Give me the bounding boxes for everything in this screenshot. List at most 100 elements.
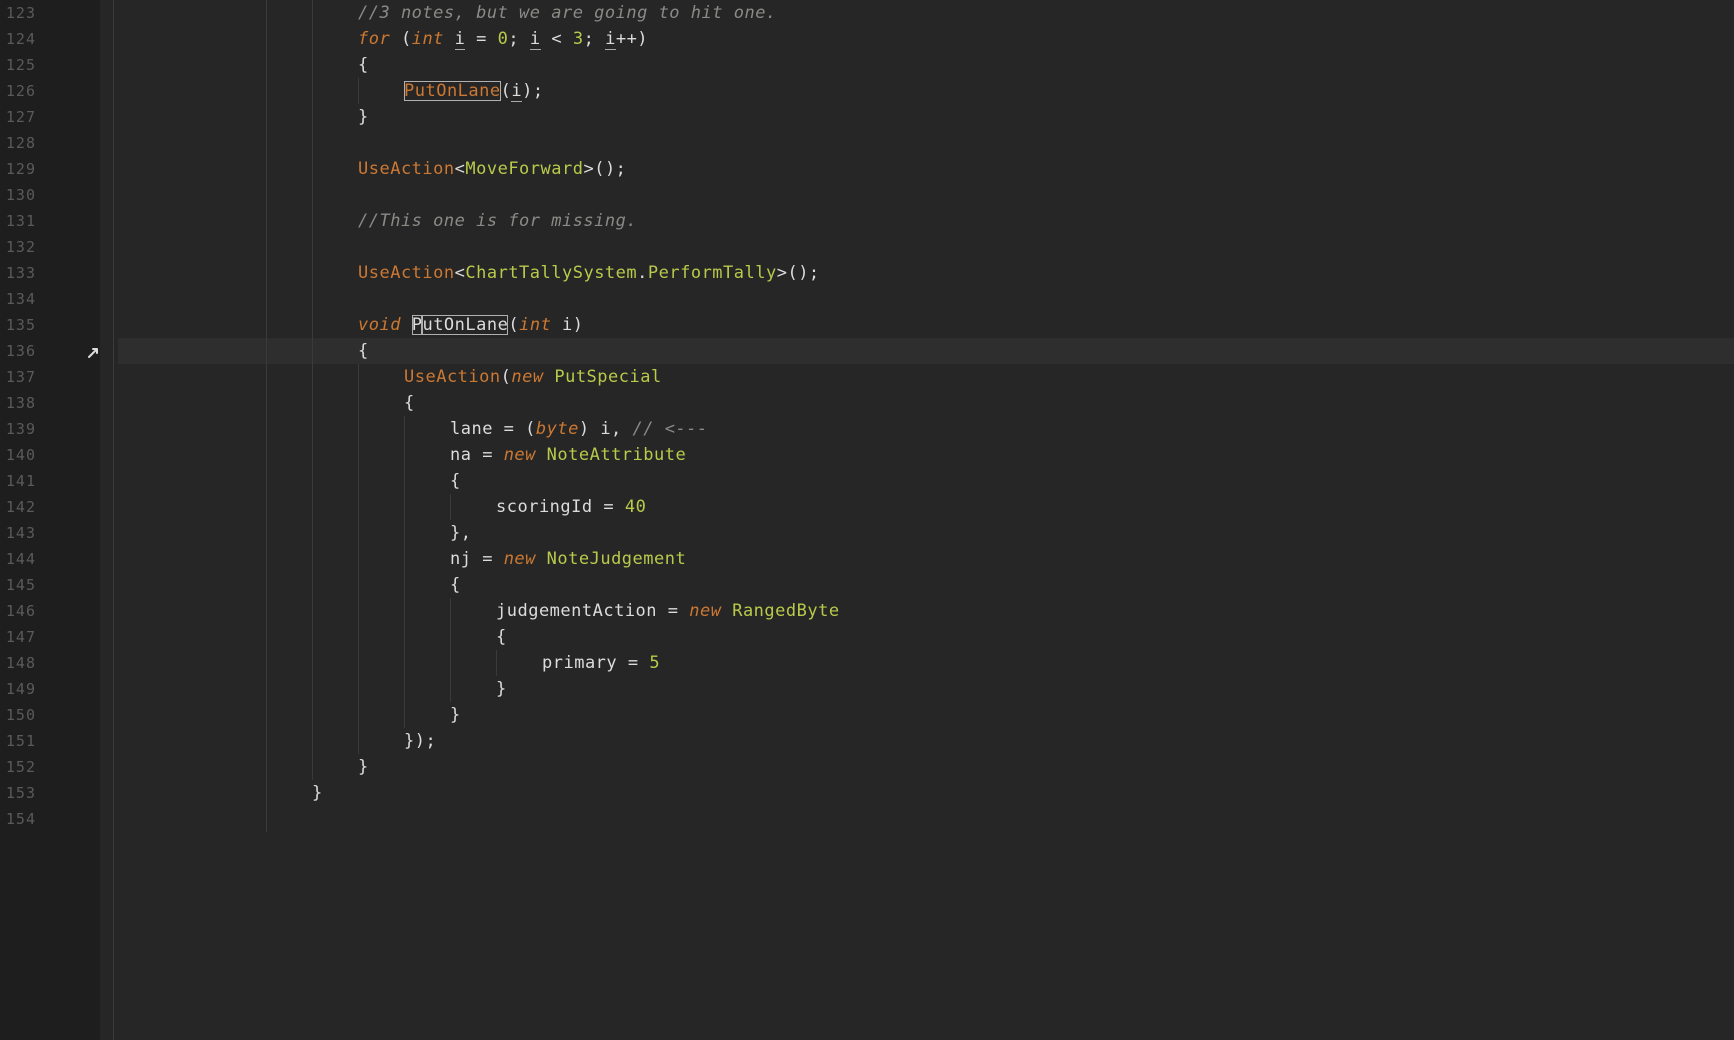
line-number[interactable]: 130 [0, 182, 40, 208]
line-number[interactable]: 145 [0, 572, 40, 598]
token: < [455, 263, 466, 283]
token: //3 notes, but we are going to hit one. [358, 3, 777, 23]
code-line[interactable]: }); [118, 728, 1734, 754]
code-line[interactable]: na = new NoteAttribute [118, 442, 1734, 468]
line-number[interactable]: 135 [0, 312, 40, 338]
code-line[interactable] [118, 130, 1734, 156]
token: } [312, 783, 323, 803]
token: for [358, 29, 390, 49]
code-line[interactable]: //3 notes, but we are going to hit one. [118, 0, 1734, 26]
line-number[interactable]: 131 [0, 208, 40, 234]
token: new [689, 601, 721, 621]
token: PerformTally [648, 263, 777, 283]
token: 3 [573, 29, 584, 49]
code-line[interactable]: }, [118, 520, 1734, 546]
line-number[interactable]: 138 [0, 390, 40, 416]
code-line[interactable]: { [118, 468, 1734, 494]
token: { [450, 575, 461, 595]
token [401, 315, 412, 335]
line-number[interactable]: 126 [0, 78, 40, 104]
code-line[interactable] [118, 182, 1734, 208]
token: }, [450, 523, 471, 543]
token [721, 601, 732, 621]
code-line[interactable]: PutOnLane(i); [118, 78, 1734, 104]
code-line[interactable]: { [118, 338, 1734, 364]
token: //This one is for missing. [358, 211, 637, 231]
token: primary = [542, 653, 649, 673]
code-line[interactable]: primary = 5 [118, 650, 1734, 676]
code-line[interactable]: UseAction<ChartTallySystem.PerformTally>… [118, 260, 1734, 286]
code-line[interactable]: UseAction(new PutSpecial [118, 364, 1734, 390]
code-lines[interactable]: //3 notes, but we are going to hit one. f… [118, 0, 1734, 832]
token: . [637, 263, 648, 283]
line-number[interactable]: 133 [0, 260, 40, 286]
line-number[interactable]: 149 [0, 676, 40, 702]
token [536, 549, 547, 569]
code-line[interactable]: lane = (byte) i, // <--- [118, 416, 1734, 442]
line-number[interactable]: 147 [0, 624, 40, 650]
code-area[interactable]: //3 notes, but we are going to hit one. f… [100, 0, 1734, 1040]
line-number[interactable]: 129 [0, 156, 40, 182]
token: ); [522, 81, 543, 101]
line-number[interactable]: 152 [0, 754, 40, 780]
code-editor[interactable]: 1231241251261271281291301311321331341351… [0, 0, 1734, 1040]
line-number[interactable]: 144 [0, 546, 40, 572]
fold-area[interactable] [100, 0, 114, 1040]
code-line[interactable]: } [118, 676, 1734, 702]
code-line[interactable]: void PutOnLane(int i) [118, 312, 1734, 338]
token: ++) [616, 29, 648, 49]
line-number[interactable]: 128 [0, 130, 40, 156]
line-number[interactable]: 151 [0, 728, 40, 754]
line-number[interactable]: 154 [0, 806, 40, 832]
line-number[interactable]: 142 [0, 494, 40, 520]
code-line[interactable]: { [118, 52, 1734, 78]
token: = [465, 29, 497, 49]
code-line[interactable] [118, 234, 1734, 260]
line-number[interactable]: 146 [0, 598, 40, 624]
token: } [358, 757, 369, 777]
code-line[interactable]: UseAction<MoveForward>(); [118, 156, 1734, 182]
line-number[interactable]: 124 [0, 26, 40, 52]
code-line[interactable]: //This one is for missing. [118, 208, 1734, 234]
code-line[interactable] [118, 806, 1734, 832]
line-number[interactable]: 125 [0, 52, 40, 78]
token: lane = ( [450, 419, 536, 439]
line-number[interactable]: 123 [0, 0, 40, 26]
code-line[interactable]: { [118, 572, 1734, 598]
code-line[interactable]: { [118, 390, 1734, 416]
code-line[interactable]: } [118, 104, 1734, 130]
code-line[interactable]: } [118, 780, 1734, 806]
line-number[interactable]: 143 [0, 520, 40, 546]
code-line[interactable]: for (int i = 0; i < 3; i++) [118, 26, 1734, 52]
token: { [404, 393, 415, 413]
line-number[interactable]: 132 [0, 234, 40, 260]
line-number[interactable]: 139 [0, 416, 40, 442]
token: NoteAttribute [547, 445, 687, 465]
line-number[interactable]: 127 [0, 104, 40, 130]
token: >(); [777, 263, 820, 283]
code-line[interactable]: } [118, 754, 1734, 780]
token: UseAction [358, 159, 455, 179]
code-line[interactable]: { [118, 624, 1734, 650]
token: judgementAction = [496, 601, 689, 621]
token: utOnLane [422, 315, 508, 335]
code-line[interactable]: scoringId = 40 [118, 494, 1734, 520]
code-line[interactable]: judgementAction = new RangedByte [118, 598, 1734, 624]
token: < [541, 29, 573, 49]
token: i [605, 29, 616, 50]
code-line[interactable]: } [118, 702, 1734, 728]
gutter: 1231241251261271281291301311321331341351… [0, 0, 100, 1040]
line-number[interactable]: 136 [0, 338, 40, 364]
code-line[interactable] [118, 286, 1734, 312]
line-number[interactable]: 150 [0, 702, 40, 728]
token: i [455, 29, 466, 50]
line-number[interactable]: 140 [0, 442, 40, 468]
line-number[interactable]: 148 [0, 650, 40, 676]
line-number[interactable]: 134 [0, 286, 40, 312]
line-number[interactable]: 137 [0, 364, 40, 390]
code-line[interactable]: nj = new NoteJudgement [118, 546, 1734, 572]
token: 40 [625, 497, 646, 517]
line-number[interactable]: 141 [0, 468, 40, 494]
line-number[interactable]: 153 [0, 780, 40, 806]
token [536, 445, 547, 465]
